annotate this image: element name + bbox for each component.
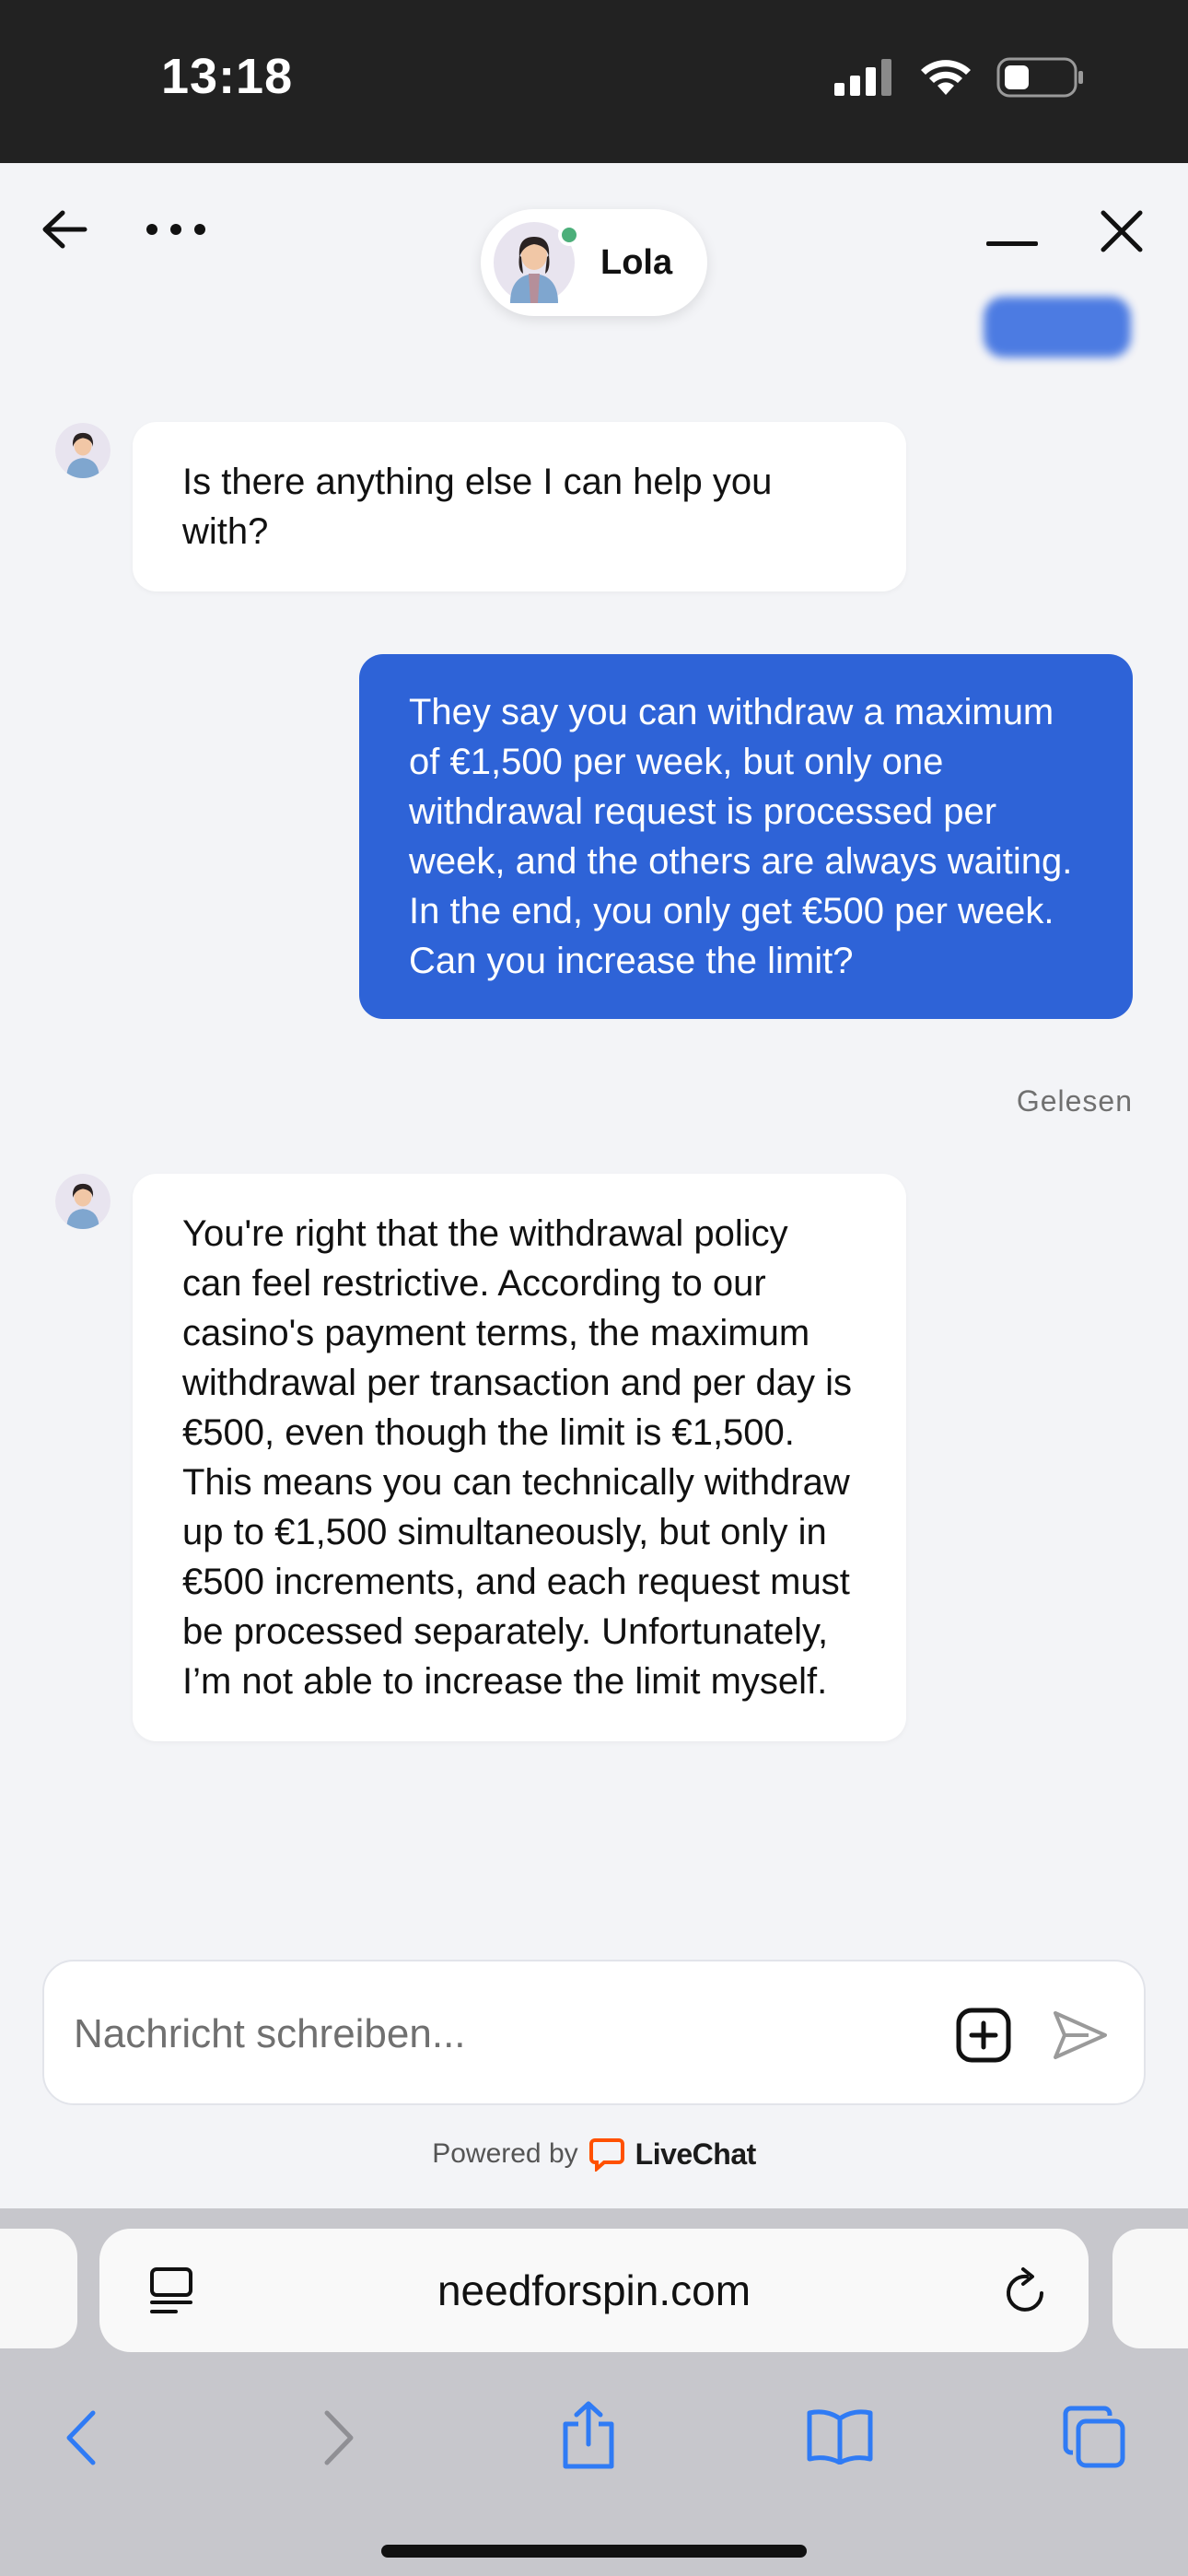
user-message: They say you can withdraw a maximum of €… (359, 654, 1133, 1019)
home-indicator[interactable] (381, 2545, 807, 2558)
back-arrow-icon[interactable] (37, 202, 92, 257)
forward-icon[interactable] (317, 2407, 363, 2468)
status-icons (834, 57, 1085, 98)
message-input[interactable] (74, 2002, 939, 2067)
send-icon[interactable] (1048, 2004, 1112, 2067)
tabs-icon[interactable] (1061, 2404, 1127, 2470)
agent-pill[interactable]: Lola (481, 209, 707, 316)
message-text: You're right that the withdrawal policy … (182, 1213, 853, 1702)
message-text: Is there anything else I can help you wi… (182, 462, 773, 552)
chat-window: Lola Is there anything else I can help y… (0, 163, 1188, 2208)
wifi-icon (921, 60, 971, 95)
minimize-icon[interactable] (985, 229, 1039, 257)
status-bar: 13:18 (0, 0, 1188, 163)
next-tab-peek[interactable] (1112, 2229, 1188, 2348)
status-time: 13:18 (161, 49, 294, 104)
battery-icon (996, 57, 1083, 98)
more-options-icon[interactable] (144, 211, 208, 248)
agent-message: You're right that the withdrawal policy … (133, 1174, 906, 1741)
read-receipt: Gelesen (1016, 1084, 1133, 1118)
signal-icon (834, 59, 891, 96)
attachment-plus-icon[interactable] (952, 2004, 1015, 2067)
agent-name: Lola (600, 242, 673, 282)
agent-message: Is there anything else I can help you wi… (133, 422, 906, 591)
message-avatar (55, 423, 111, 478)
browser-toolbar (0, 2383, 1188, 2494)
powered-by[interactable]: Powered by LiveChat (0, 2137, 1188, 2172)
share-icon[interactable] (558, 2398, 619, 2472)
blurred-button[interactable] (984, 297, 1131, 357)
bookmarks-icon[interactable] (805, 2406, 875, 2466)
previous-tab-peek[interactable] (0, 2229, 77, 2348)
online-status-dot (558, 224, 580, 246)
livechat-logo-icon (588, 2138, 624, 2172)
close-icon[interactable] (1094, 204, 1149, 259)
browser-chrome: needforspin.com (0, 2208, 1188, 2576)
agent-avatar (494, 222, 580, 303)
powered-by-label: Powered by (432, 2138, 578, 2169)
address-bar[interactable]: needforspin.com (99, 2229, 1089, 2352)
reload-icon[interactable] (1000, 2266, 1052, 2317)
message-composer (42, 1960, 1146, 2105)
back-icon[interactable] (57, 2407, 103, 2468)
message-text: They say you can withdraw a maximum of €… (409, 692, 1073, 981)
livechat-brand: LiveChat (635, 2137, 757, 2171)
url-text: needforspin.com (437, 2266, 751, 2314)
message-avatar (55, 1174, 111, 1229)
reader-icon[interactable] (147, 2266, 195, 2317)
